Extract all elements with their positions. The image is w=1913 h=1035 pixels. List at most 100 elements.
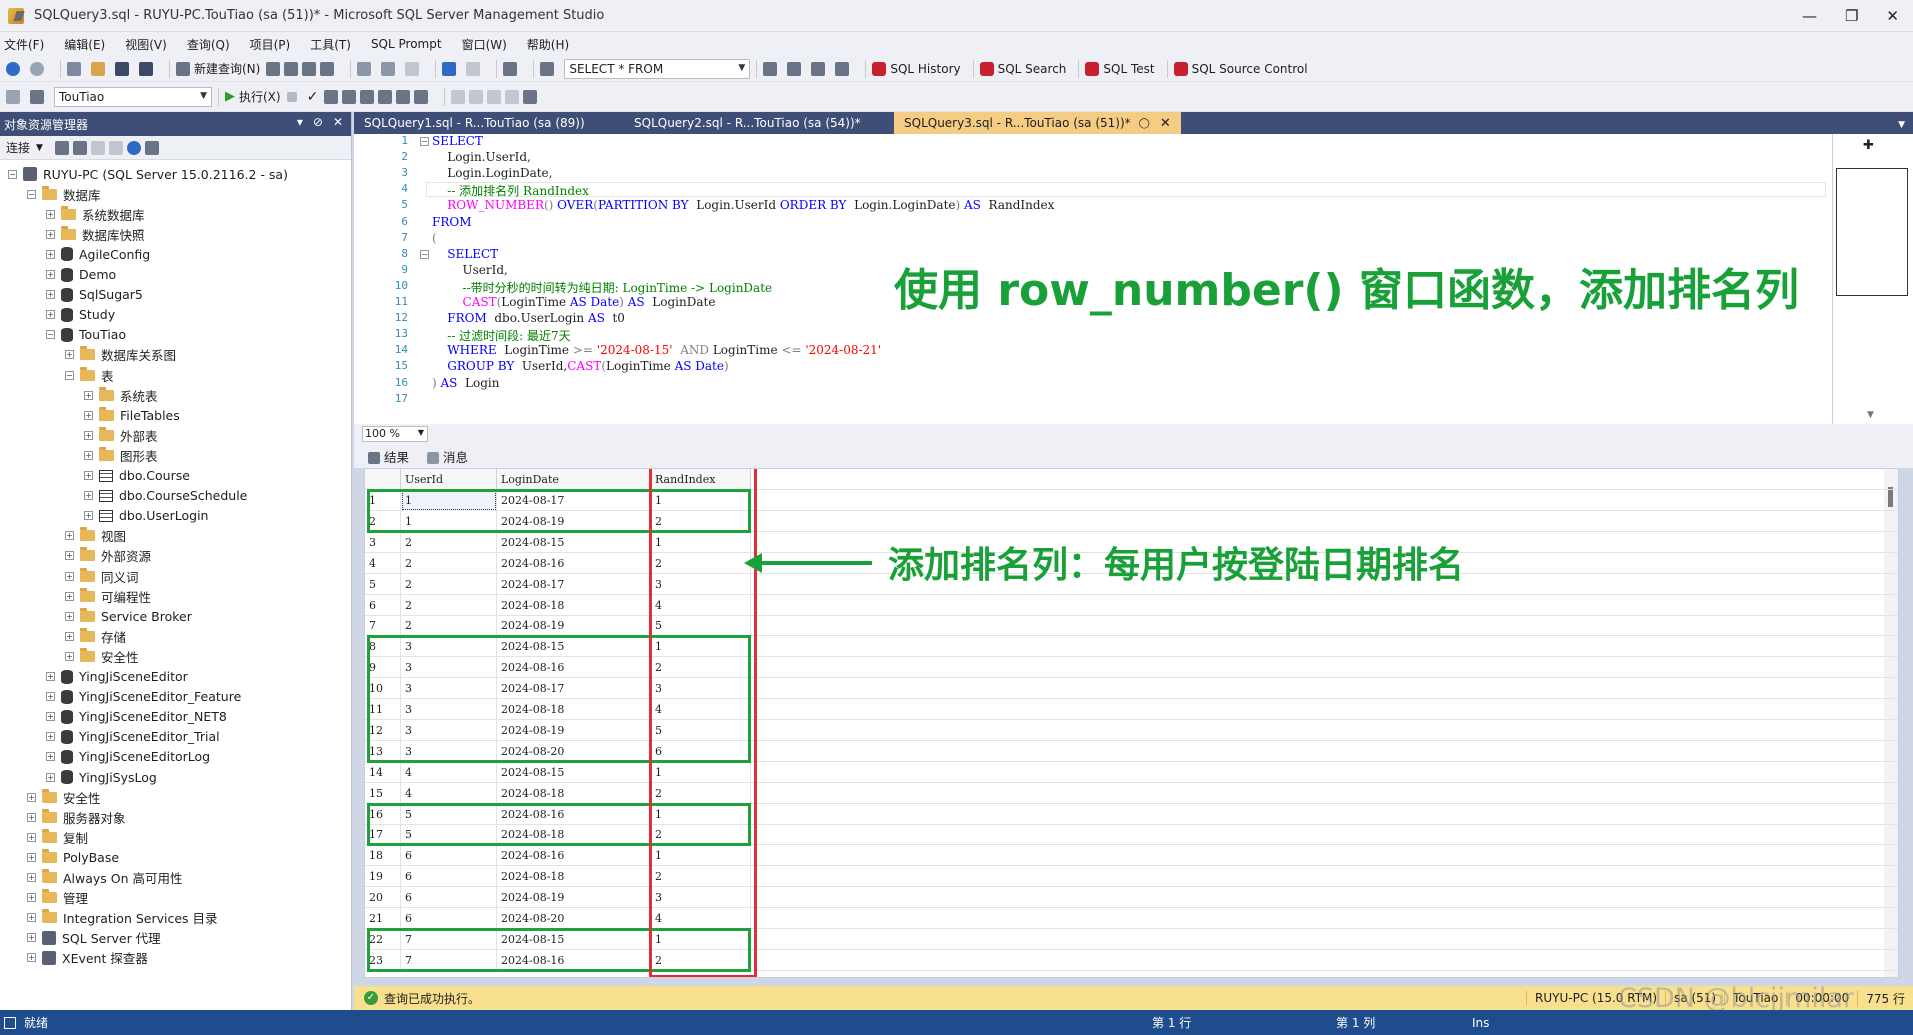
plan-buttons[interactable]	[324, 88, 432, 106]
tree-node[interactable]: + 数据库关系图	[65, 345, 176, 365]
grid-cell[interactable]: 2024-08-16	[497, 657, 651, 679]
row-number[interactable]: 8	[365, 636, 401, 658]
code-line[interactable]: CAST(LoginTime AS Date) AS LoginDate	[432, 295, 716, 309]
tree-node[interactable]: + 图形表	[84, 445, 158, 465]
save-button[interactable]	[115, 60, 133, 78]
connect-plug-icon[interactable]	[54, 140, 69, 155]
minimize-icon[interactable]: —	[1802, 7, 1817, 25]
expand-icon[interactable]: +	[27, 933, 36, 943]
tree-node[interactable]: − RUYU-PC (SQL Server 15.0.2116.2 - sa)	[8, 164, 288, 184]
row-number[interactable]: 18	[365, 845, 401, 867]
grid-cell[interactable]: 7	[401, 949, 497, 971]
tree-node[interactable]: + SQL Server 代理	[27, 928, 161, 948]
grid-cell[interactable]: 2024-08-19	[497, 615, 651, 637]
grid-cell[interactable]: 2024-08-18	[497, 866, 651, 888]
code-line[interactable]: GROUP BY UserId,CAST(LoginTime AS Date)	[432, 359, 728, 373]
expand-icon[interactable]: +	[27, 953, 36, 963]
menu-project[interactable]: 项目(P)	[250, 36, 291, 53]
expand-icon[interactable]: +	[65, 651, 74, 661]
chevron-down-icon[interactable]: ▼	[738, 63, 745, 73]
grid-cell[interactable]: 1	[651, 845, 751, 867]
table-row[interactable]: 19 6 2024-08-18 2	[365, 866, 1898, 888]
query-type-buttons[interactable]	[266, 60, 338, 78]
split-icon[interactable]: ✚	[1863, 138, 1874, 153]
table-row[interactable]: 16 5 2024-08-16 1	[365, 803, 1898, 825]
tree-node[interactable]: + 复制	[27, 827, 88, 847]
expand-icon[interactable]: +	[46, 229, 55, 239]
new-query-button[interactable]: 新建查询(N)	[176, 60, 260, 78]
row-number[interactable]: 9	[365, 657, 401, 679]
window-layout-button[interactable]	[835, 60, 853, 78]
undo-button[interactable]	[442, 60, 460, 78]
connect-dropdown[interactable]: 连接	[6, 139, 30, 156]
grid-cell[interactable]: 2024-08-16	[497, 949, 651, 971]
table-row[interactable]: 21 6 2024-08-20 4	[365, 908, 1898, 929]
close-icon[interactable]: ✕	[1886, 7, 1899, 25]
tree-node[interactable]: − 表	[65, 365, 114, 385]
menu-edit[interactable]: 编辑(E)	[64, 36, 105, 53]
zoom-select[interactable]: 100 % ▼	[362, 426, 428, 442]
back-button[interactable]	[6, 60, 24, 78]
tab-sqlquery1[interactable]: SQLQuery1.sql - R...TouTiao (sa (89))	[354, 112, 624, 134]
save-all-button[interactable]	[139, 60, 157, 78]
sql-history-button[interactable]: SQL History	[872, 60, 961, 78]
grid-cell[interactable]: 3	[401, 719, 497, 741]
grid-cell[interactable]: 2	[651, 782, 751, 804]
copy-button[interactable]	[381, 60, 399, 78]
table-row[interactable]: 17 5 2024-08-18 2	[365, 824, 1898, 846]
column-header[interactable]: UserId	[401, 469, 497, 490]
expand-icon[interactable]: +	[65, 350, 74, 360]
grid-cell[interactable]: 5	[651, 615, 751, 637]
tree-node[interactable]: + 外部表	[84, 425, 158, 445]
row-number[interactable]: 15	[365, 782, 401, 804]
paste-button[interactable]	[405, 60, 423, 78]
grid-cell[interactable]: 6	[401, 845, 497, 867]
tab-sqlquery2[interactable]: SQLQuery2.sql - R...TouTiao (sa (54))*	[624, 112, 894, 134]
fold-toggle-icon[interactable]: −	[420, 137, 429, 146]
table-row[interactable]: 8 3 2024-08-15 1	[365, 636, 1898, 658]
row-number[interactable]: 7	[365, 615, 401, 637]
row-number[interactable]: 13	[365, 740, 401, 762]
grid-cell[interactable]: 2024-08-20	[497, 740, 651, 762]
expand-icon[interactable]: +	[27, 873, 36, 882]
new-project-button[interactable]	[67, 60, 85, 78]
code-line[interactable]: SELECT	[432, 247, 498, 261]
table-row[interactable]: 18 6 2024-08-16 1	[365, 845, 1898, 867]
grid-cell[interactable]: 2	[401, 531, 497, 553]
row-number[interactable]: 14	[365, 761, 401, 783]
code-line[interactable]: WHERE LoginTime >= '2024-08-15' AND Logi…	[432, 343, 881, 357]
comment-buttons[interactable]	[451, 88, 541, 106]
grid-cell[interactable]: 2	[401, 594, 497, 616]
menu-file[interactable]: 文件(F)	[4, 36, 44, 53]
code-line[interactable]: UserId,	[432, 263, 508, 277]
expand-icon[interactable]: +	[46, 712, 55, 722]
activity-monitor-icon[interactable]	[144, 140, 159, 155]
table-row[interactable]: 11 3 2024-08-18 4	[365, 699, 1898, 720]
grid-cell[interactable]: 1	[401, 490, 497, 511]
refresh-icon[interactable]	[126, 140, 141, 155]
grid-cell[interactable]: 2	[651, 949, 751, 971]
grid-cell[interactable]: 1	[651, 803, 751, 825]
close-icon[interactable]: ✕	[1160, 116, 1171, 131]
expand-icon[interactable]: +	[84, 450, 93, 460]
minimap-viewport[interactable]	[1836, 168, 1908, 296]
column-header[interactable]: LoginDate	[497, 469, 651, 490]
expand-icon[interactable]: +	[27, 832, 36, 842]
grid-cell[interactable]: 2024-08-18	[497, 699, 651, 720]
tree-node[interactable]: + 视图	[65, 526, 126, 546]
expand-icon[interactable]: +	[46, 752, 55, 762]
expand-icon[interactable]: +	[46, 310, 55, 320]
expand-icon[interactable]: +	[65, 571, 74, 581]
grid-cell[interactable]: 4	[401, 782, 497, 804]
tree-node[interactable]: + 系统表	[84, 385, 158, 405]
grid-cell[interactable]: 1	[651, 531, 751, 553]
grid-cell[interactable]: 2024-08-17	[497, 678, 651, 700]
grid-cell[interactable]: 6	[401, 866, 497, 888]
tree-node[interactable]: − TouTiao	[46, 325, 126, 345]
grid-cell[interactable]: 3	[401, 699, 497, 720]
grid-cell[interactable]: 3	[401, 678, 497, 700]
expand-icon[interactable]: +	[84, 471, 93, 480]
grid-cell[interactable]: 6	[401, 908, 497, 929]
row-number[interactable]: 5	[365, 573, 401, 595]
grid-cell[interactable]: 2024-08-16	[497, 845, 651, 867]
